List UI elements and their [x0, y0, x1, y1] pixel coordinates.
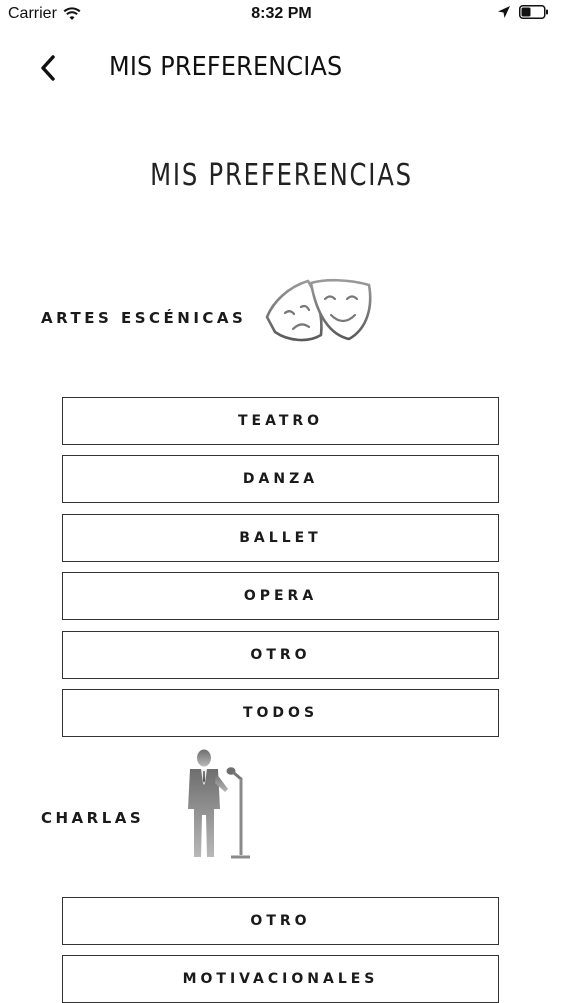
section-header-artes-escenicas: ARTES ESCÉNICAS: [41, 278, 372, 342]
location-arrow-icon: [498, 6, 510, 18]
option-otro-artes[interactable]: OTRO: [62, 631, 499, 679]
speaker-at-microphone-icon: [188, 749, 250, 859]
navigation-bar: MIS PREFERENCIAS: [0, 40, 563, 96]
option-ballet[interactable]: BALLET: [62, 514, 499, 562]
option-opera[interactable]: OPERA: [62, 572, 499, 620]
chevron-left-icon: [41, 55, 55, 81]
status-right: [497, 5, 549, 19]
option-motivacionales[interactable]: MOTIVACIONALES: [62, 955, 499, 1003]
option-todos[interactable]: TODOS: [62, 689, 499, 737]
back-button[interactable]: [30, 50, 66, 86]
page-heading: MIS PREFERENCIAS: [150, 158, 413, 193]
section-header-charlas: CHARLAS: [41, 749, 250, 859]
option-danza[interactable]: DANZA: [62, 455, 499, 503]
status-bar: Carrier 8:32 PM: [0, 0, 563, 30]
status-time: 8:32 PM: [251, 5, 312, 22]
section-label: ARTES ESCÉNICAS: [41, 309, 247, 327]
theater-masks-icon: [265, 278, 372, 342]
battery-icon: [519, 5, 548, 19]
section-label: CHARLAS: [41, 809, 145, 827]
option-teatro[interactable]: TEATRO: [62, 397, 499, 445]
nav-title: MIS PREFERENCIAS: [109, 52, 343, 82]
option-otro-charlas[interactable]: OTRO: [62, 897, 499, 945]
